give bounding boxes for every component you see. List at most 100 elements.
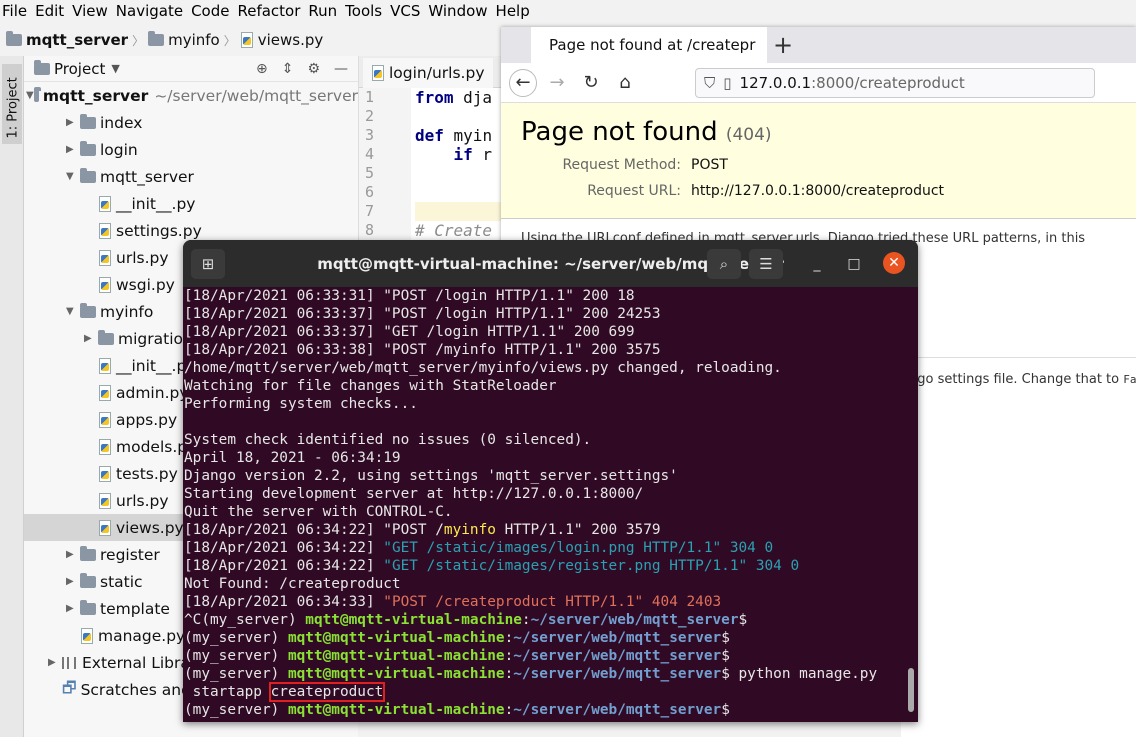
project-tool-tab[interactable]: 1: Project <box>2 64 22 144</box>
caret-right-icon[interactable]: ▶ <box>66 549 80 560</box>
new-tab-icon[interactable]: + <box>773 31 793 59</box>
url-bar[interactable]: ⛉ ▯ 127.0.0.1:8000/createproduct <box>695 67 1095 98</box>
terminal-line: [18/Apr/2021 06:33:37] "POST /login HTTP… <box>184 306 661 322</box>
browser-content-tail: ngo settings file. Change that to False <box>901 357 1136 737</box>
terminal-line: [18/Apr/2021 06:33:38] "POST /myinfo HTT… <box>184 342 661 358</box>
menu-help[interactable]: Help <box>492 0 534 22</box>
caret-right-icon[interactable]: ▶ <box>66 603 80 614</box>
breadcrumb-views[interactable]: views.py <box>240 31 323 49</box>
caret-right-icon[interactable]: ▶ <box>66 576 80 587</box>
terminal-line: (my_server) mqtt@mqtt-virtual-machine:~/… <box>184 630 730 646</box>
terminal-line: ^C(my_server) mqtt@mqtt-virtual-machine:… <box>184 612 748 628</box>
tree-folder[interactable]: ▼ mqtt_server <box>24 163 358 190</box>
folder-icon <box>80 572 96 588</box>
python-file-icon <box>371 65 385 81</box>
browser-tab[interactable]: Page not found at /createpr <box>531 27 767 63</box>
close-icon[interactable]: ✕ <box>883 252 905 274</box>
folder-icon <box>98 329 114 345</box>
tree-item-label: views.py <box>116 518 184 537</box>
code-line: # Create <box>415 221 493 240</box>
caret-down-icon[interactable]: ▼ <box>66 306 80 317</box>
shield-icon[interactable]: ⛉ <box>704 74 715 92</box>
minimize-icon[interactable]: — <box>334 61 348 77</box>
caret-right-icon[interactable]: ▶ <box>66 144 80 155</box>
folder-icon <box>148 31 165 46</box>
line-number: 1 <box>365 88 375 106</box>
menu-view[interactable]: View <box>68 0 112 22</box>
browser-navbar: ← → ↻ ⌂ ⛉ ▯ 127.0.0.1:8000/createproduct <box>501 63 1136 103</box>
folder-icon <box>80 302 96 318</box>
terminal-line: Quit the server with CONTROL-C. <box>184 504 453 520</box>
caret-right-icon[interactable]: ▶ <box>84 333 98 344</box>
python-file-icon <box>98 357 112 374</box>
python-file-icon <box>80 627 94 644</box>
tree-item-label: register <box>100 545 160 564</box>
folder-icon <box>33 86 41 102</box>
menu-window[interactable]: Window <box>424 0 491 22</box>
terminal-scrollbar[interactable] <box>908 668 914 712</box>
editor-code[interactable]: from dja def myin if r # Create <box>415 88 509 256</box>
menu-code[interactable]: Code <box>187 0 233 22</box>
tab-login-urls[interactable]: login/urls.py <box>363 58 493 88</box>
caret-down-icon[interactable]: ▼ <box>66 171 80 182</box>
terminal-line: [18/Apr/2021 06:34:22] "POST /myinfo HTT… <box>184 522 661 538</box>
tree-item-label: apps.py <box>116 410 178 429</box>
line-number: 6 <box>365 183 375 201</box>
tree-item-label: wsgi.py <box>116 275 175 294</box>
tree-folder[interactable]: ▶ login <box>24 136 358 163</box>
menu-refactor[interactable]: Refactor <box>233 0 304 22</box>
gear-icon[interactable]: ⚙ <box>307 61 320 77</box>
caret-down-icon[interactable]: ▼ <box>26 90 34 101</box>
forward-icon[interactable]: → <box>543 69 571 97</box>
tree-item-label: urls.py <box>116 248 169 267</box>
menu-icon[interactable]: ☰ <box>749 249 783 279</box>
editor-tabs: login/urls.py <box>359 56 509 88</box>
project-title[interactable]: Project <box>54 60 105 78</box>
menu-navigate[interactable]: Navigate <box>112 0 187 22</box>
caret-down-icon[interactable]: ▼ <box>111 62 119 75</box>
terminal-line: (my_server) mqtt@mqtt-virtual-machine:~/… <box>184 648 730 664</box>
terminal-output[interactable]: [18/Apr/2021 06:33:31] "POST /login HTTP… <box>183 287 918 722</box>
tree-folder[interactable]: ▶ index <box>24 109 358 136</box>
search-icon[interactable]: ⌕ <box>707 249 741 279</box>
menu-tools[interactable]: Tools <box>341 0 386 22</box>
tree-item[interactable]: __init__.py <box>24 190 358 217</box>
caret-right-icon[interactable]: ▶ <box>48 657 62 668</box>
python-file-icon <box>98 411 112 428</box>
request-url-row: Request URL: http://127.0.0.1:8000/create… <box>587 183 945 199</box>
python-file-icon <box>98 438 112 455</box>
tree-root[interactable]: ▼ mqtt_server ~/server/web/mqtt_server <box>24 82 358 109</box>
error-summary: Page not found (404) Request Method: POST… <box>501 103 1136 219</box>
maximize-icon[interactable]: □ <box>844 254 864 274</box>
locate-icon[interactable]: ⊕ <box>256 61 268 77</box>
terminal-line: Starting development server at http://12… <box>184 486 644 502</box>
collapse-icon[interactable]: ⇕ <box>282 61 294 77</box>
code-line: from dja <box>415 88 493 107</box>
python-file-icon <box>98 276 112 293</box>
python-file-icon <box>98 492 112 509</box>
breadcrumb-myinfo[interactable]: myinfo <box>148 31 220 49</box>
caret-right-icon[interactable]: ▶ <box>66 117 80 128</box>
tree-item-label: template <box>100 599 170 618</box>
terminal-line: Django version 2.2, using settings 'mqtt… <box>184 468 678 484</box>
line-number: 7 <box>365 202 375 220</box>
menu-run[interactable]: Run <box>304 0 341 22</box>
minimize-icon[interactable]: _ <box>807 254 827 274</box>
folder-icon <box>80 599 96 615</box>
menu-bar: File Edit View Navigate Code Refactor Ru… <box>0 0 1136 22</box>
tree-item-label: login <box>100 140 138 159</box>
terminal-titlebar: ⊞ mqtt@mqtt-virtual-machine: ~/server/we… <box>183 240 918 287</box>
settings-hint: ngo settings file. Change that to False <box>909 372 1136 387</box>
reload-icon[interactable]: ↻ <box>577 69 605 97</box>
menu-file[interactable]: File <box>0 0 31 22</box>
terminal-window: ⊞ mqtt@mqtt-virtual-machine: ~/server/we… <box>183 240 918 722</box>
breadcrumb-root[interactable]: mqtt_server <box>6 31 128 49</box>
menu-edit[interactable]: Edit <box>31 0 68 22</box>
back-icon[interactable]: ← <box>509 68 537 97</box>
tree-item-label: index <box>100 113 143 132</box>
home-icon[interactable]: ⌂ <box>611 69 639 97</box>
menu-vcs[interactable]: VCS <box>386 0 424 22</box>
line-number: 8 <box>365 221 375 239</box>
